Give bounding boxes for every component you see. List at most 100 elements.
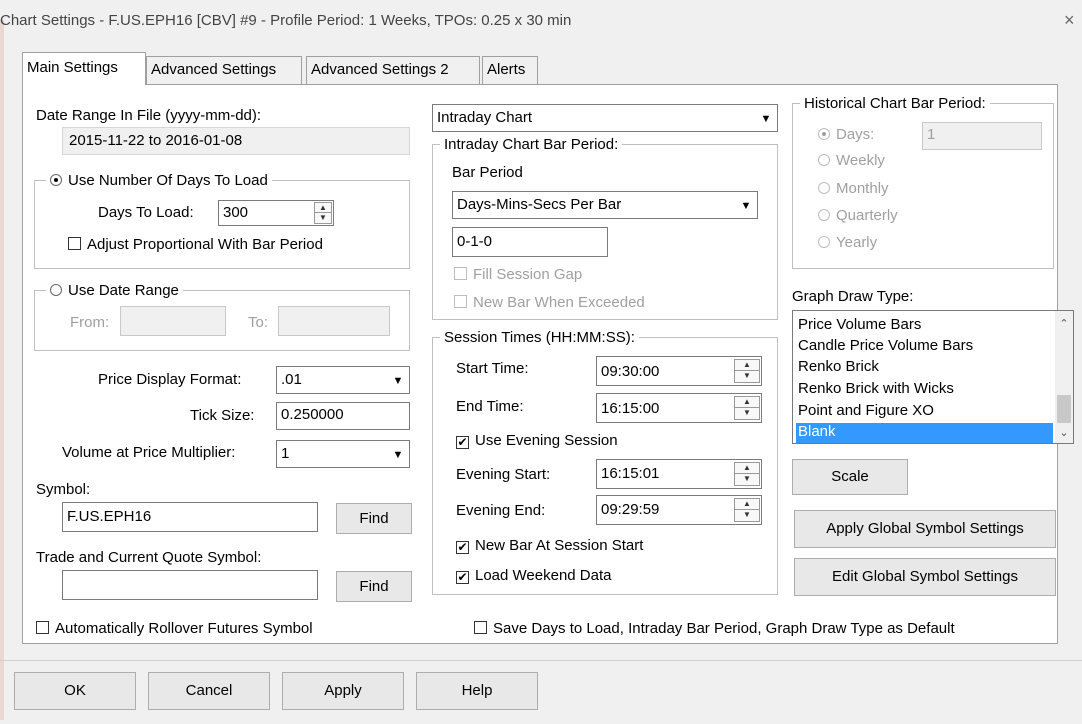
new-bar-exceeded-checkbox[interactable]: New Bar When Exceeded xyxy=(454,294,645,311)
dropdown-arrow-icon[interactable]: ▼ xyxy=(736,193,756,217)
list-scrollbar[interactable]: ⌃ ⌄ xyxy=(1055,311,1073,443)
tab-main-settings[interactable]: Main Settings xyxy=(22,52,146,85)
auto-rollover-checkbox[interactable]: Automatically Rollover Futures Symbol xyxy=(36,620,313,637)
to-date-input[interactable] xyxy=(278,306,390,336)
list-item[interactable]: Renko Brick xyxy=(796,358,1053,379)
symbol-input[interactable]: F.US.EPH16 xyxy=(62,502,318,532)
graph-draw-type-label: Graph Draw Type: xyxy=(792,288,914,305)
spin-down-icon[interactable]: ▼ xyxy=(735,371,759,382)
checkbox-box[interactable] xyxy=(474,621,487,634)
new-bar-session-label: New Bar At Session Start xyxy=(475,537,644,554)
chevron-down-icon[interactable]: ⌄ xyxy=(1055,426,1073,439)
close-icon[interactable]: × xyxy=(1064,10,1075,31)
tick-size-label: Tick Size: xyxy=(190,407,255,424)
spin-up-icon[interactable]: ▲ xyxy=(735,499,759,510)
apply-button[interactable]: Apply xyxy=(282,672,404,710)
spin-up-icon[interactable]: ▲ xyxy=(735,360,759,371)
new-bar-session-checkbox[interactable]: ✔ New Bar At Session Start xyxy=(456,537,643,554)
save-default-checkbox[interactable]: Save Days to Load, Intraday Bar Period, … xyxy=(474,620,955,637)
checkbox-box[interactable] xyxy=(68,237,81,250)
spin-up-icon[interactable]: ▲ xyxy=(315,203,331,213)
use-days-radio-button[interactable] xyxy=(50,174,62,186)
checkmark-icon[interactable]: ✔ xyxy=(456,436,469,449)
spin-down-icon[interactable]: ▼ xyxy=(735,474,759,485)
days-period-input[interactable]: 1 xyxy=(922,122,1042,150)
evening-end-spinner[interactable]: ▲ ▼ xyxy=(734,498,760,522)
tab-advanced-settings[interactable]: Advanced Settings xyxy=(146,56,302,84)
from-date-input[interactable] xyxy=(120,306,226,336)
from-label: From: xyxy=(70,314,110,331)
evening-start-spinner[interactable]: ▲ ▼ xyxy=(734,462,760,486)
weekly-radio-button[interactable] xyxy=(818,154,830,166)
help-button[interactable]: Help xyxy=(416,672,538,710)
tick-size-input[interactable]: 0.250000 xyxy=(276,402,410,430)
use-evening-checkbox[interactable]: ✔ Use Evening Session xyxy=(456,432,618,449)
quarterly-radio[interactable]: Quarterly xyxy=(818,207,898,224)
weekly-label: Weekly xyxy=(836,152,885,169)
list-item[interactable]: Price Volume Bars xyxy=(796,316,1053,337)
days-radio[interactable]: Days: xyxy=(818,126,874,143)
scrollbar-thumb[interactable] xyxy=(1057,395,1071,423)
spin-up-icon[interactable]: ▲ xyxy=(735,463,759,474)
chevron-up-icon[interactable]: ⌃ xyxy=(1055,317,1073,330)
dropdown-arrow-icon[interactable]: ▼ xyxy=(388,442,408,466)
spin-down-icon[interactable]: ▼ xyxy=(735,510,759,521)
monthly-radio-button[interactable] xyxy=(818,182,830,194)
checkmark-icon[interactable]: ✔ xyxy=(456,571,469,584)
checkbox-box[interactable] xyxy=(36,621,49,634)
monthly-label: Monthly xyxy=(836,180,889,197)
historical-bar-period-legend: Historical Chart Bar Period: xyxy=(800,95,990,112)
trade-quote-label: Trade and Current Quote Symbol: xyxy=(36,549,262,566)
tab-alerts[interactable]: Alerts xyxy=(482,56,538,84)
ok-button[interactable]: OK xyxy=(14,672,136,710)
spin-down-icon[interactable]: ▼ xyxy=(315,213,331,223)
days-to-load-spinner[interactable]: ▲ ▼ xyxy=(314,202,332,224)
apply-global-symbol-settings-button[interactable]: Apply Global Symbol Settings xyxy=(794,510,1056,548)
checkbox-box[interactable] xyxy=(454,267,467,280)
checkbox-box[interactable] xyxy=(454,295,467,308)
adjust-proportional-label: Adjust Proportional With Bar Period xyxy=(87,236,323,253)
use-days-radio[interactable]: Use Number Of Days To Load xyxy=(46,172,272,189)
load-weekend-checkbox[interactable]: ✔ Load Weekend Data xyxy=(456,567,612,584)
quarterly-radio-button[interactable] xyxy=(818,209,830,221)
start-time-spinner[interactable]: ▲ ▼ xyxy=(734,359,760,383)
evening-start-label: Evening Start: xyxy=(456,466,551,483)
scale-button[interactable]: Scale xyxy=(792,459,908,495)
monthly-radio[interactable]: Monthly xyxy=(818,180,889,197)
spin-down-icon[interactable]: ▼ xyxy=(735,408,759,419)
use-date-range-radio[interactable]: Use Date Range xyxy=(46,282,183,299)
bar-period-input[interactable]: 0-1-0 xyxy=(452,227,608,257)
find-symbol-button[interactable]: Find xyxy=(336,503,412,534)
dropdown-arrow-icon[interactable]: ▼ xyxy=(756,106,776,130)
volume-multiplier-select[interactable]: 1 ▼ xyxy=(276,440,410,468)
chart-type-value: Intraday Chart xyxy=(437,109,533,126)
yearly-radio-button[interactable] xyxy=(818,236,830,248)
chart-type-select[interactable]: Intraday Chart ▼ xyxy=(432,104,778,132)
bar-period-type-select[interactable]: Days-Mins-Secs Per Bar ▼ xyxy=(452,191,758,219)
quarterly-label: Quarterly xyxy=(836,207,898,224)
edit-global-symbol-settings-button[interactable]: Edit Global Symbol Settings xyxy=(794,558,1056,596)
list-item[interactable]: Point and Figure XO xyxy=(796,402,1053,423)
use-date-range-radio-button[interactable] xyxy=(50,284,62,296)
list-item-selected[interactable]: Blank xyxy=(796,423,1053,443)
adjust-proportional-checkbox[interactable]: Adjust Proportional With Bar Period xyxy=(68,236,323,253)
dropdown-arrow-icon[interactable]: ▼ xyxy=(388,368,408,392)
cancel-button[interactable]: Cancel xyxy=(148,672,270,710)
graph-draw-type-list[interactable]: Price Volume Bars Candle Price Volume Ba… xyxy=(792,310,1074,444)
end-time-spinner[interactable]: ▲ ▼ xyxy=(734,396,760,420)
find-quote-button[interactable]: Find xyxy=(336,571,412,602)
yearly-radio[interactable]: Yearly xyxy=(818,234,877,251)
fill-session-gap-checkbox[interactable]: Fill Session Gap xyxy=(454,266,582,283)
use-evening-label: Use Evening Session xyxy=(475,432,618,449)
checkmark-icon[interactable]: ✔ xyxy=(456,541,469,554)
list-item[interactable]: Renko Brick with Wicks xyxy=(796,380,1053,401)
spin-up-icon[interactable]: ▲ xyxy=(735,397,759,408)
weekly-radio[interactable]: Weekly xyxy=(818,152,885,169)
days-radio-button[interactable] xyxy=(818,128,830,140)
session-times-legend: Session Times (HH:MM:SS): xyxy=(440,329,639,346)
trade-quote-input[interactable] xyxy=(62,570,318,600)
price-display-format-select[interactable]: .01 ▼ xyxy=(276,366,410,394)
bar-period-type-value: Days-Mins-Secs Per Bar xyxy=(457,196,622,213)
tab-advanced-settings-2[interactable]: Advanced Settings 2 xyxy=(306,56,480,84)
list-item[interactable]: Candle Price Volume Bars xyxy=(796,337,1053,358)
